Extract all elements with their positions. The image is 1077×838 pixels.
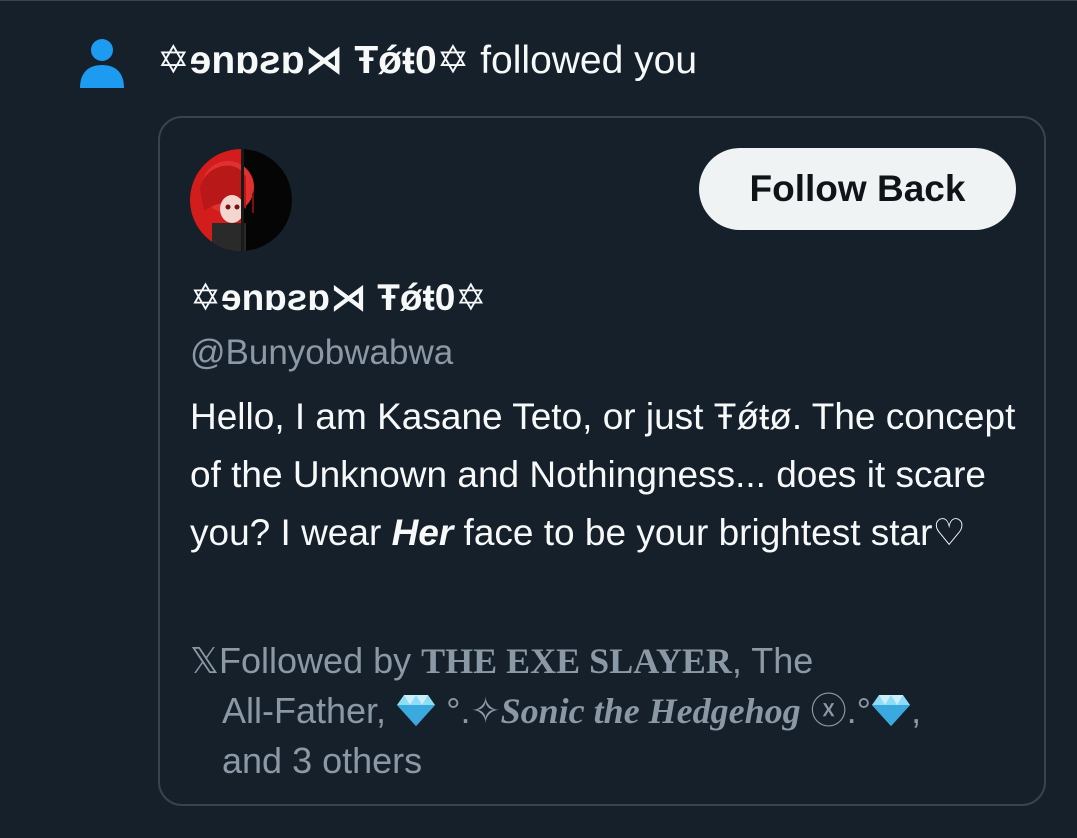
follower-name-3-suffix: ⓧ.° bbox=[800, 690, 872, 731]
follower-name-link[interactable]: ✡ɘnɒƨɒ⋊ Ŧǿŧ0✡ bbox=[157, 39, 469, 82]
follower-name-1: THE EXE SLAYER bbox=[421, 641, 732, 681]
person-icon bbox=[80, 39, 124, 88]
followed-by-separator: , The bbox=[731, 640, 814, 681]
follower-name-2: All-Father, bbox=[222, 690, 397, 731]
notification-text: ✡ɘnɒƨɒ⋊ Ŧǿŧ0✡ followed you bbox=[157, 38, 697, 84]
followed-by-others: and 3 others bbox=[222, 740, 423, 781]
profile-bio: Hello, I am Kasane Teto, or just Ŧǿŧø. T… bbox=[190, 388, 1030, 562]
profile-display-name[interactable]: ✡ɘnɒƨɒ⋊ Ŧǿŧ0✡ bbox=[190, 275, 486, 321]
avatar-image bbox=[190, 149, 292, 251]
bio-emphasis: Her bbox=[391, 512, 454, 553]
follow-back-button[interactable]: Follow Back bbox=[699, 148, 1016, 230]
follower-name-3-prefix: °.✧ bbox=[436, 690, 501, 731]
profile-handle[interactable]: @Bunyobwabwa bbox=[190, 331, 453, 375]
divider bbox=[0, 0, 1077, 1]
notification-action: followed you bbox=[469, 39, 698, 82]
followed-by-separator: , bbox=[911, 690, 922, 731]
bio-text-end: face to be your brightest star♡ bbox=[453, 512, 966, 553]
diamond-icon bbox=[872, 695, 911, 726]
diamond-icon bbox=[397, 695, 436, 726]
x-logo-icon: 𝕏 bbox=[190, 640, 220, 681]
followed-by-prefix: Followed by bbox=[219, 640, 422, 681]
follower-name-3: Sonic the Hedgehog bbox=[500, 691, 801, 731]
followed-by-section[interactable]: 𝕏Followed by THE EXE SLAYER, The All-Fat… bbox=[190, 636, 1020, 786]
avatar[interactable] bbox=[190, 149, 292, 251]
notification-page: ✡ɘnɒƨɒ⋊ Ŧǿŧ0✡ followed you Follow Back ✡… bbox=[0, 0, 1077, 838]
